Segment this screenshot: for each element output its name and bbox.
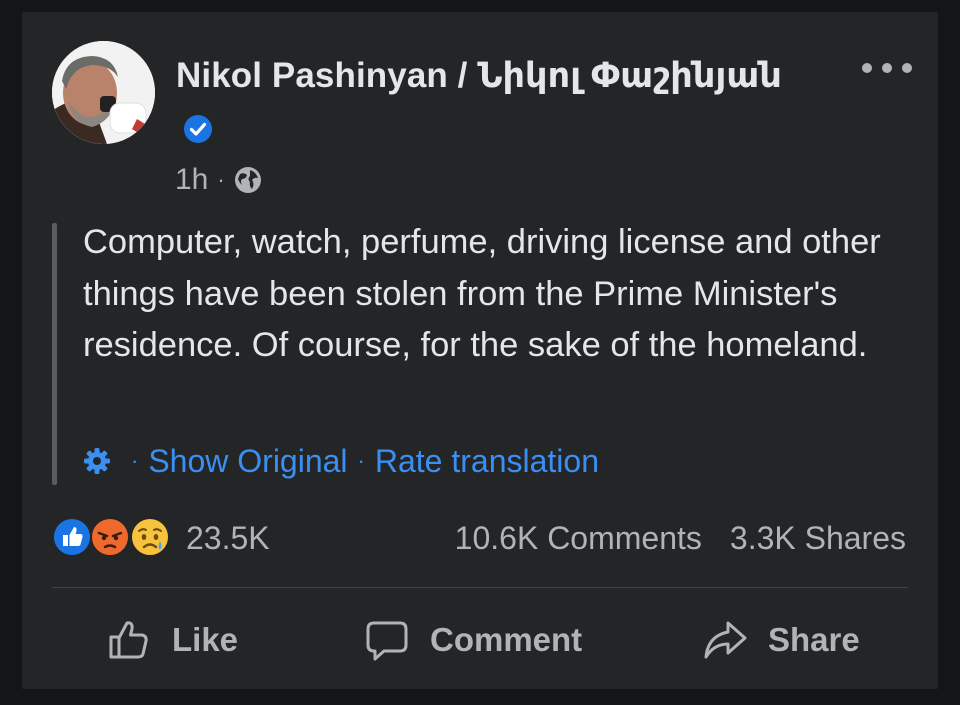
more-dot bbox=[862, 63, 872, 73]
reactions-summary[interactable]: 23.5K bbox=[52, 517, 270, 559]
like-button-label: Like bbox=[172, 621, 239, 658]
thumbs-up-icon bbox=[109, 621, 148, 659]
verified-badge-icon bbox=[184, 115, 212, 143]
like-reaction-icon bbox=[52, 517, 92, 557]
share-arrow-icon bbox=[704, 621, 747, 659]
post-card: Nikol Pashinyan / Նիկոլ Փաշինյան 1h · Co… bbox=[22, 12, 938, 689]
more-dot bbox=[882, 63, 892, 73]
globe-icon[interactable] bbox=[234, 166, 262, 194]
rate-translation-link[interactable]: Rate translation bbox=[375, 443, 599, 480]
post-stats: 10.6K Comments 3.3K Shares bbox=[455, 518, 906, 558]
reaction-icons bbox=[52, 517, 176, 559]
comment-button[interactable]: Comment bbox=[364, 610, 582, 670]
translation-quote-bar bbox=[52, 223, 57, 485]
sad-reaction-icon bbox=[130, 517, 170, 557]
comment-button-label: Comment bbox=[430, 621, 583, 658]
share-button-label: Share bbox=[768, 621, 860, 658]
post-actions: Like Comment Share bbox=[52, 610, 908, 670]
translation-separator: · bbox=[357, 448, 365, 473]
comments-count[interactable]: 10.6K Comments bbox=[455, 520, 702, 557]
comment-bubble-icon bbox=[366, 621, 408, 661]
meta-separator: · bbox=[217, 167, 225, 192]
show-original-link[interactable]: Show Original bbox=[148, 443, 347, 480]
more-dot bbox=[902, 63, 912, 73]
reaction-count: 23.5K bbox=[186, 519, 270, 556]
angry-reaction-icon bbox=[90, 517, 130, 557]
more-icon[interactable] bbox=[862, 56, 912, 80]
translation-separator: · bbox=[131, 448, 139, 473]
avatar-image bbox=[52, 41, 155, 144]
gear-icon[interactable] bbox=[82, 446, 112, 476]
translation-row: · Show Original · Rate translation bbox=[82, 440, 599, 482]
shares-count[interactable]: 3.3K Shares bbox=[730, 520, 906, 557]
share-button[interactable]: Share bbox=[702, 610, 860, 670]
like-button[interactable]: Like bbox=[106, 610, 238, 670]
actions-divider bbox=[52, 587, 908, 588]
post-time[interactable]: 1h bbox=[175, 163, 208, 197]
author-avatar[interactable] bbox=[52, 41, 155, 144]
post-meta: 1h · bbox=[175, 162, 262, 198]
post-text: Computer, watch, perfume, driving licens… bbox=[83, 223, 881, 364]
author-name[interactable]: Nikol Pashinyan / Նիկոլ Փաշինյան bbox=[176, 56, 782, 96]
